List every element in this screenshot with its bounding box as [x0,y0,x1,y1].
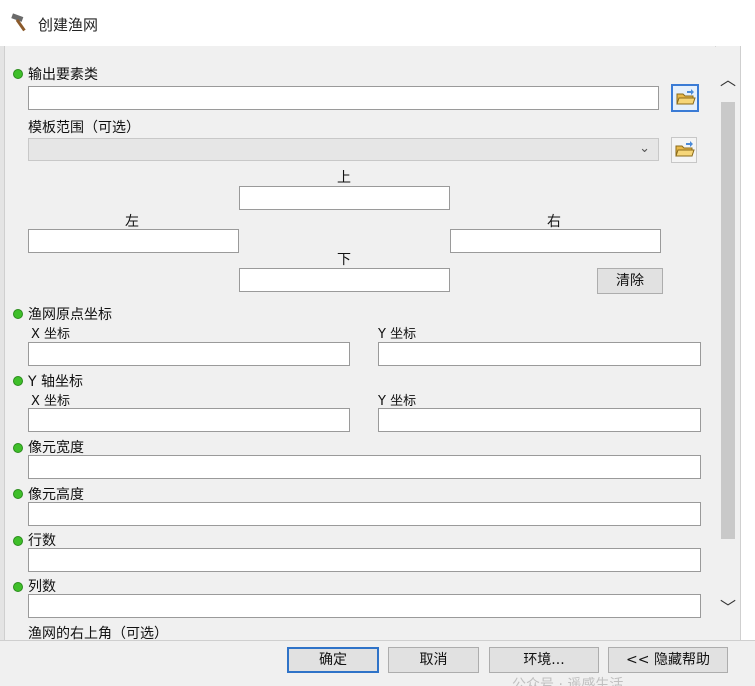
extent-top-label: 上 [337,170,351,186]
origin-x-input[interactable] [28,342,350,366]
dialog-footer: 确定 取消 环境... << 隐藏帮助 [0,640,755,686]
origin-x-label: X 坐标 [31,327,71,342]
extent-left-label: 左 [125,214,139,230]
required-dot-icon [13,536,23,546]
opposite-corner-label: 渔网的右上角（可选） [28,626,168,640]
required-dot-icon [13,489,23,499]
required-dot-icon [13,443,23,453]
template-extent-label: 模板范围（可选） [28,120,140,136]
template-browse-button[interactable] [671,137,697,163]
extent-bottom-input[interactable] [239,268,450,292]
origin-y-input[interactable] [378,342,701,366]
cell-height-label: 像元高度 [28,487,84,503]
rows-input[interactable] [28,548,701,572]
open-folder-icon [675,141,695,157]
output-feature-class-input[interactable] [28,86,659,110]
columns-label: 列数 [28,579,56,595]
rows-label: 行数 [28,533,56,549]
extent-left-input[interactable] [28,229,239,253]
help-panel-edge [740,46,755,640]
cell-width-input[interactable] [28,455,701,479]
vertical-scrollbar[interactable]: ︿ ﹀ [716,46,740,640]
output-feature-class-label: 输出要素类 [28,67,98,83]
parameters-panel: 输出要素类 模板范围（可选） ⌄ 上 左 右 下 清除 渔网原点坐标 X 坐标 … [5,46,715,640]
origin-label: 渔网原点坐标 [28,307,112,323]
chevron-down-icon[interactable]: ﹀ [720,594,736,618]
title-bar: 创建渔网 [0,0,755,47]
template-extent-dropdown[interactable]: ⌄ [28,138,659,161]
watermark-text: 公众号 · 遥感生活 [512,677,624,686]
ok-button[interactable]: 确定 [287,647,379,673]
y-axis-y-input[interactable] [378,408,701,432]
columns-input[interactable] [28,594,701,618]
cell-height-input[interactable] [28,502,701,526]
y-axis-x-label: X 坐标 [31,394,71,409]
output-browse-button[interactable] [671,84,699,112]
required-dot-icon [13,309,23,319]
required-dot-icon [13,582,23,592]
clear-extent-button[interactable]: 清除 [597,268,663,294]
open-folder-icon [676,89,696,105]
origin-y-label: Y 坐标 [378,327,417,342]
hammer-icon [11,13,26,32]
extent-bottom-label: 下 [337,252,351,268]
chevron-up-icon[interactable]: ︿ [720,66,736,90]
chevron-down-icon: ⌄ [639,141,650,156]
environments-button[interactable]: 环境... [489,647,599,673]
create-fishnet-dialog: 创建渔网 输出要素类 模板范围（可选） ⌄ 上 左 右 下 清除 渔网原点坐标 … [0,0,755,686]
scrollbar-thumb[interactable] [721,102,735,539]
extent-right-input[interactable] [450,229,661,253]
cancel-button[interactable]: 取消 [388,647,479,673]
y-axis-label: Y 轴坐标 [28,374,84,390]
y-axis-x-input[interactable] [28,408,350,432]
extent-right-label: 右 [547,214,561,230]
extent-top-input[interactable] [239,186,450,210]
cell-width-label: 像元宽度 [28,440,84,456]
y-axis-y-label: Y 坐标 [378,394,417,409]
window-title: 创建渔网 [38,16,99,34]
required-dot-icon [13,69,23,79]
required-dot-icon [13,376,23,386]
hide-help-button[interactable]: << 隐藏帮助 [608,647,728,673]
